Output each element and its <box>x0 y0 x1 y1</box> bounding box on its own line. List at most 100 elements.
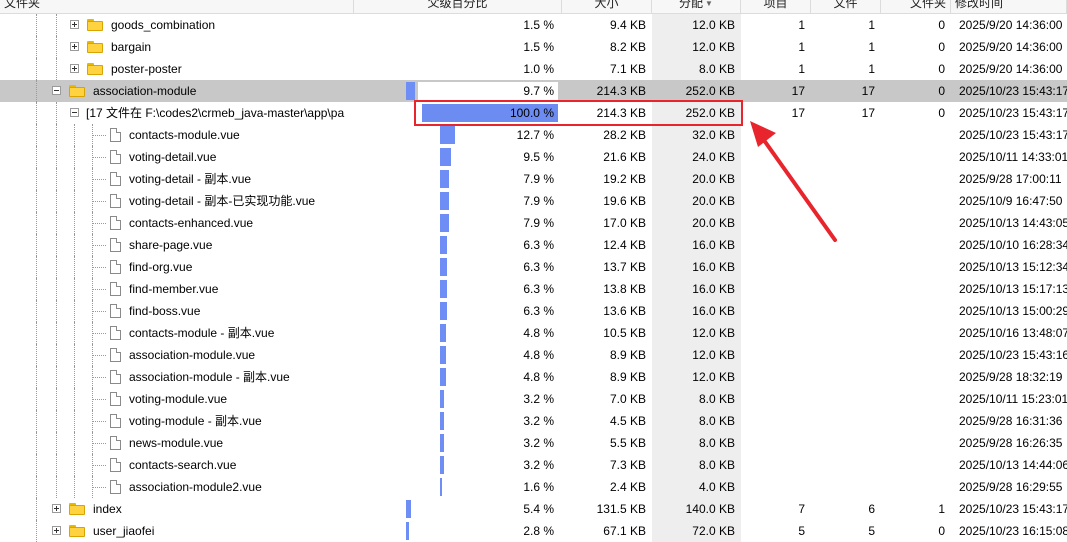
tree-guide-line <box>36 300 37 322</box>
allocated-cell: 8.0 KB <box>652 410 741 432</box>
tree-guide-line <box>36 36 37 58</box>
file-row[interactable]: voting-module.vue 3.2 % 7.0 KB 8.0 KB 2025… <box>0 388 1067 410</box>
header-allocated[interactable]: 分配 ▼ <box>652 0 741 13</box>
file-row[interactable]: contacts-enhanced.vue 7.9 % 17.0 KB 20.0 … <box>0 212 1067 234</box>
file-row[interactable]: news-module.vue 3.2 % 5.5 KB 8.0 KB 2025/9… <box>0 432 1067 454</box>
tree-guide-line <box>56 432 57 454</box>
size-cell: 214.3 KB <box>596 106 646 120</box>
tree-guide-line <box>36 146 37 168</box>
collapse-icon[interactable] <box>52 86 61 95</box>
allocated-cell: 252.0 KB <box>652 80 741 102</box>
tree-guide-line <box>74 432 75 454</box>
file-row[interactable]: voting-detail - 副本-已实现功能.vue 7.9 % 19.6 … <box>0 190 1067 212</box>
tree-guide-line <box>36 366 37 388</box>
percent-bar-track: 4.8 % <box>440 368 558 386</box>
folder-row[interactable]: user_jiaofei 2.8 % 67.1 KB 72.0 KB 5 5 0 2025… <box>0 520 1067 542</box>
file-icon <box>110 370 121 384</box>
tree-guide-line <box>56 476 57 498</box>
file-group-row[interactable]: [17 文件在 F:\codes2\crmeb_java-master\app\… <box>0 102 1067 124</box>
file-row[interactable]: voting-detail - 副本.vue 7.9 % 19.2 KB 20.0… <box>0 168 1067 190</box>
allocated-cell: 140.0 KB <box>652 498 741 520</box>
file-row[interactable]: share-page.vue 6.3 % 12.4 KB 16.0 KB 2025/… <box>0 234 1067 256</box>
allocated-cell: 12.0 KB <box>652 366 741 388</box>
expand-icon[interactable] <box>70 42 79 51</box>
file-icon <box>110 194 121 208</box>
percent-bar-track: 4.8 % <box>440 346 558 364</box>
tree-guide-line <box>74 234 75 256</box>
file-row[interactable]: association-module - 副本.vue 4.8 % 8.9 KB… <box>0 366 1067 388</box>
collapse-icon[interactable] <box>70 108 79 117</box>
tree-guide-line <box>92 355 106 356</box>
size-cell: 10.5 KB <box>603 326 646 340</box>
modified-cell: 2025/10/13 15:12:34 <box>959 260 1067 274</box>
folder-row[interactable]: bargain 1.5 % 8.2 KB 12.0 KB 1 1 0 2025/9/20 … <box>0 36 1067 58</box>
file-row[interactable]: contacts-module - 副本.vue 4.8 % 10.5 KB 12… <box>0 322 1067 344</box>
tree-guide-line <box>56 212 57 234</box>
subfolders-cell: 0 <box>938 84 945 98</box>
size-cell: 4.5 KB <box>609 414 646 428</box>
column-header-bar: 文件夹 父级百分比 大小 分配 ▼ 项目 文件 文件夹 修改时间 <box>0 0 1067 14</box>
folder-name: index <box>93 502 122 516</box>
subfolders-cell <box>881 190 951 212</box>
folder-row[interactable]: poster-poster 1.0 % 7.1 KB 8.0 KB 1 1 0 2025/… <box>0 58 1067 80</box>
items-cell <box>741 410 811 432</box>
folder-row[interactable]: index 5.4 % 131.5 KB 140.0 KB 7 6 1 2025/10/2… <box>0 498 1067 520</box>
percent-text: 9.5 % <box>523 150 554 164</box>
file-row[interactable]: contacts-module.vue 12.7 % 28.2 KB 32.0 K… <box>0 124 1067 146</box>
file-row[interactable]: voting-module - 副本.vue 3.2 % 4.5 KB 8.0 K… <box>0 410 1067 432</box>
tree-guide-line <box>74 278 75 300</box>
percent-text: 4.8 % <box>523 348 554 362</box>
folder-name: user_jiaofei <box>93 524 155 538</box>
file-row[interactable]: find-member.vue 6.3 % 13.8 KB 16.0 KB 2025… <box>0 278 1067 300</box>
file-name: association-module - 副本.vue <box>129 370 290 384</box>
header-files[interactable]: 文件 <box>811 0 881 13</box>
percent-bar-track: 3.2 % <box>440 434 558 452</box>
allocated-cell: 8.0 KB <box>652 432 741 454</box>
expand-icon[interactable] <box>70 64 79 73</box>
header-subfolders[interactable]: 文件夹 <box>881 0 951 13</box>
percent-text: 7.9 % <box>523 194 554 208</box>
size-cell: 67.1 KB <box>603 524 646 538</box>
modified-cell: 2025/9/28 16:31:36 <box>959 414 1063 428</box>
allocated-cell: 4.0 KB <box>652 476 741 498</box>
percent-bar-track: 9.5 % <box>440 148 558 166</box>
size-cell: 7.3 KB <box>609 458 646 472</box>
file-row[interactable]: association-module.vue 4.8 % 8.9 KB 12.0 … <box>0 344 1067 366</box>
header-folder[interactable]: 文件夹 <box>0 0 354 13</box>
tree-guide-line <box>36 520 37 542</box>
subfolders-cell <box>881 366 951 388</box>
folder-name: bargain <box>111 40 152 54</box>
percent-text: 1.5 % <box>523 18 554 32</box>
allocated-cell: 12.0 KB <box>652 14 741 36</box>
subfolders-cell <box>881 476 951 498</box>
expand-icon[interactable] <box>52 526 61 535</box>
folder-row[interactable]: goods_combination 1.5 % 9.4 KB 12.0 KB 1 1 0… <box>0 14 1067 36</box>
tree-guide-line <box>56 102 57 124</box>
file-icon <box>110 414 121 428</box>
tree-guide-line <box>56 454 57 476</box>
header-modified[interactable]: 修改时间 <box>951 0 1067 13</box>
file-row[interactable]: association-module2.vue 1.6 % 2.4 KB 4.0 … <box>0 476 1067 498</box>
header-size[interactable]: 大小 <box>562 0 652 13</box>
files-cell <box>811 454 881 476</box>
header-parent-percent[interactable]: 父级百分比 <box>354 0 562 13</box>
percent-bar-track: 6.3 % <box>440 258 558 276</box>
expand-icon[interactable] <box>52 504 61 513</box>
file-name: find-boss.vue <box>129 304 201 318</box>
folder-icon <box>87 63 103 75</box>
modified-cell: 2025/10/23 15:43:17 <box>959 106 1067 120</box>
header-items[interactable]: 项目 <box>741 0 811 13</box>
expand-icon[interactable] <box>70 20 79 29</box>
folder-row[interactable]: association-module 9.7 % 214.3 KB 252.0 K… <box>0 80 1067 102</box>
percent-text: 7.9 % <box>523 172 554 186</box>
file-row[interactable]: contacts-search.vue 3.2 % 7.3 KB 8.0 KB 20… <box>0 454 1067 476</box>
items-cell: 1 <box>798 62 805 76</box>
tree-guide-line <box>36 344 37 366</box>
allocated-cell: 12.0 KB <box>652 36 741 58</box>
file-row[interactable]: voting-detail.vue 9.5 % 21.6 KB 24.0 KB 20… <box>0 146 1067 168</box>
file-row[interactable]: find-boss.vue 6.3 % 13.6 KB 16.0 KB 2025/1… <box>0 300 1067 322</box>
file-row[interactable]: find-org.vue 6.3 % 13.7 KB 16.0 KB 2025/10… <box>0 256 1067 278</box>
allocated-cell: 8.0 KB <box>652 58 741 80</box>
percent-bar <box>440 192 449 210</box>
folder-icon <box>69 503 85 515</box>
